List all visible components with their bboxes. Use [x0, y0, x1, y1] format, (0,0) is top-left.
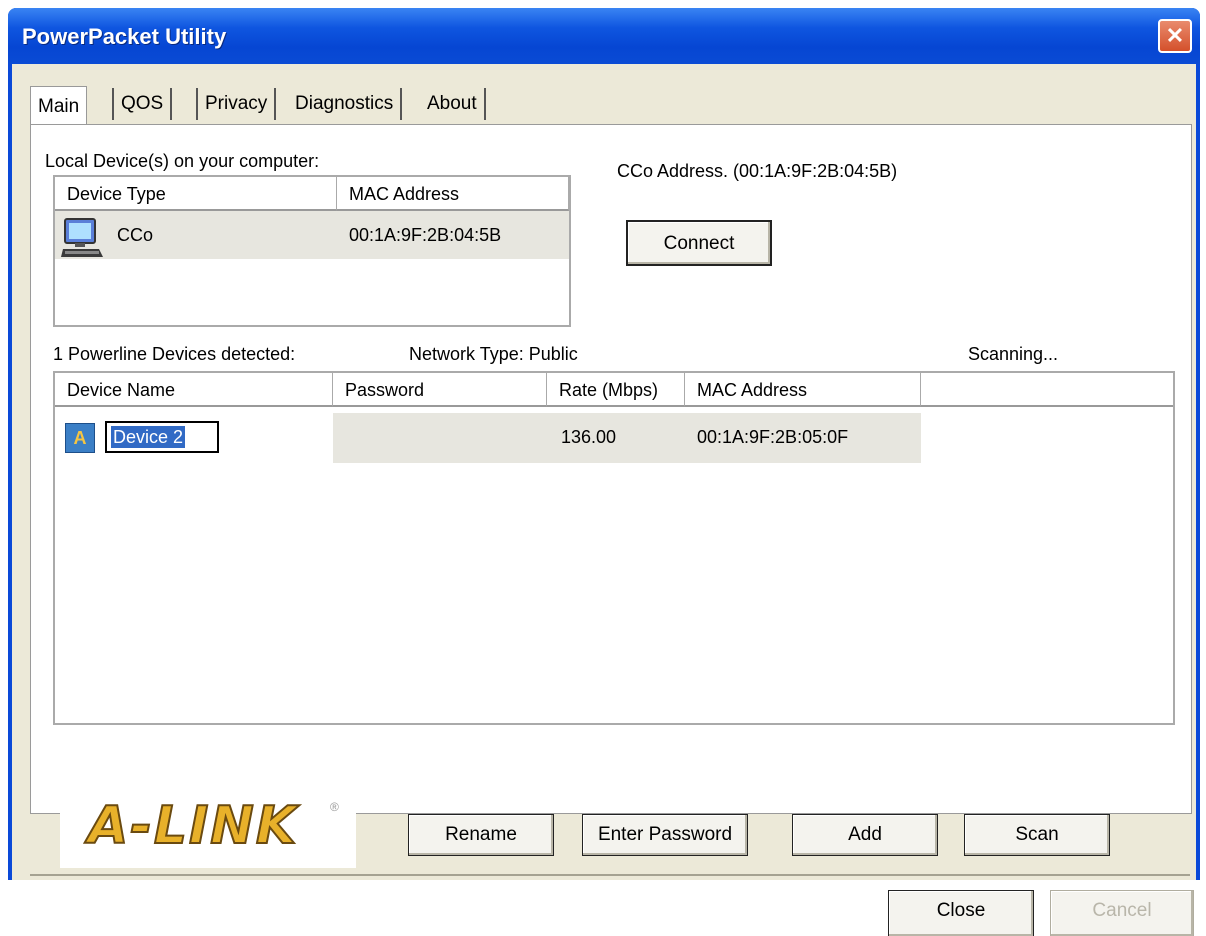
scanning-status: Scanning...: [968, 344, 1059, 364]
enter-password-button[interactable]: Enter Password: [582, 814, 748, 856]
column-device-type[interactable]: Device Type: [55, 177, 337, 211]
column-device-name[interactable]: Device Name: [55, 373, 333, 407]
main-tab-panel: Local Device(s) on your computer: Device…: [30, 124, 1192, 814]
powerline-devices-list[interactable]: Device Name Password Rate (Mbps) MAC Add…: [53, 371, 1175, 725]
connect-button[interactable]: Connect: [626, 220, 772, 266]
local-devices-heading: Local Device(s) on your computer:: [45, 151, 320, 171]
rename-button[interactable]: Rename: [408, 814, 554, 856]
local-device-mac: 00:1A:9F:2B:04:5B: [349, 225, 502, 245]
column-password[interactable]: Password: [333, 373, 547, 407]
tab-about[interactable]: About: [420, 88, 486, 120]
add-button[interactable]: Add: [792, 814, 938, 856]
device-a-icon: A: [65, 423, 95, 453]
device-rate: 136.00: [561, 427, 617, 447]
devices-detected-text: 1 Powerline Devices detected:: [53, 344, 296, 364]
tab-privacy[interactable]: Privacy: [196, 88, 277, 120]
computer-icon: [61, 218, 103, 257]
footer-divider: [30, 874, 1190, 876]
cancel-button[interactable]: Cancel: [1050, 890, 1194, 936]
logo-text: A-LINK: [87, 795, 299, 857]
app-window: PowerPacket Utility ✕ Main QOS Privacy D…: [8, 8, 1200, 936]
column-rate[interactable]: Rate (Mbps): [547, 373, 685, 407]
logo-registered-mark: ®: [330, 800, 339, 814]
network-type-text: Network Type: Public: [409, 344, 578, 364]
tab-main[interactable]: Main: [30, 86, 88, 127]
local-devices-list[interactable]: Device Type MAC Address CCo 00:1A:9F:2B:…: [53, 175, 571, 327]
a-link-logo: A-LINK ®: [60, 794, 356, 868]
tab-diagnostics[interactable]: Diagnostics: [288, 88, 403, 120]
column-mac-address[interactable]: MAC Address: [337, 177, 569, 211]
device-name-selected-text[interactable]: Device 2: [111, 426, 186, 448]
title-bar: PowerPacket Utility ✕: [8, 8, 1200, 64]
client-area: Main QOS Privacy Diagnostics About Local…: [12, 64, 1196, 936]
scan-button[interactable]: Scan: [964, 814, 1110, 856]
window-close-button[interactable]: ✕: [1158, 19, 1192, 53]
tab-qos[interactable]: QOS: [112, 88, 173, 120]
local-device-type: CCo: [117, 225, 154, 245]
window-title: PowerPacket Utility: [22, 24, 227, 49]
column-empty: [921, 373, 1173, 407]
cco-address-text: CCo Address. (00:1A:9F:2B:04:5B): [617, 161, 898, 181]
device-mac: 00:1A:9F:2B:05:0F: [697, 427, 849, 447]
device-name-edit[interactable]: Device 2: [105, 421, 219, 453]
close-button[interactable]: Close: [888, 890, 1034, 936]
column-mac[interactable]: MAC Address: [685, 373, 921, 407]
